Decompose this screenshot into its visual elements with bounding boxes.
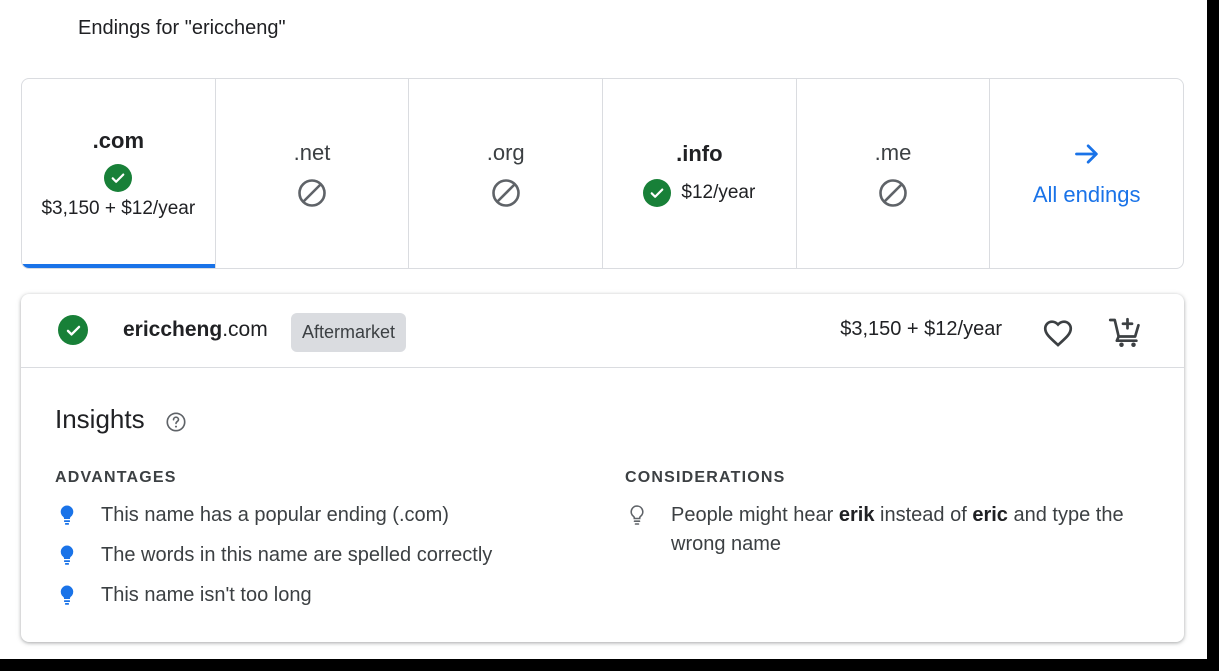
ending-tab-com[interactable]: .com $3,150 + $12/year [22, 79, 216, 268]
add-to-cart-icon[interactable] [1108, 314, 1144, 350]
lightbulb-filled-icon [60, 585, 74, 605]
lightbulb-outline-icon [630, 505, 644, 525]
considerations-list: People might hear erik instead of eric a… [625, 501, 1155, 559]
ending-price: $12/year [681, 181, 756, 203]
text-part: People might hear [671, 504, 839, 526]
list-item: The words in this name are spelled corre… [55, 541, 595, 570]
consideration-text: People might hear erik instead of eric a… [671, 501, 1155, 559]
domain-name: ericcheng.com [123, 318, 268, 342]
advantage-text: The words in this name are spelled corre… [101, 544, 493, 566]
insights-title: Insights [55, 404, 145, 434]
page: Endings for "ericcheng" .com $3,150 + $1… [0, 0, 1207, 659]
considerations-column: CONSIDERATIONS People might hear erik in… [625, 469, 1155, 570]
result-price: $3,150 + $12/year [840, 318, 1002, 340]
considerations-title: CONSIDERATIONS [625, 469, 786, 486]
text-emphasis: erik [838, 504, 875, 526]
all-endings-label: All endings [1032, 181, 1141, 207]
page-title: Endings for "ericcheng" [78, 17, 286, 39]
ending-tab-info[interactable]: .info $12/year [603, 79, 797, 268]
ending-tab-net[interactable]: .net [216, 79, 410, 268]
ending-tab-org[interactable]: .org [409, 79, 604, 268]
unavailable-icon [879, 178, 907, 207]
ending-tld: .org [486, 139, 525, 165]
advantages-column: ADVANTAGES This name has a popular endin… [55, 469, 595, 621]
advantages-list: This name has a popular ending (.com) Th… [55, 501, 595, 610]
unavailable-icon [491, 178, 520, 207]
domain-tld: .com [222, 318, 268, 341]
ending-tab-me[interactable]: .me [797, 79, 991, 268]
advantage-text: This name has a popular ending (.com) [101, 504, 449, 526]
ending-tld: .me [874, 139, 912, 165]
arrow-right-icon [1074, 143, 1098, 164]
text-part: instead of [874, 504, 973, 526]
result-card: ericcheng.com Aftermarket $3,150 + $12/y… [21, 294, 1184, 642]
ending-tld: .info [676, 140, 723, 166]
advantages-title: ADVANTAGES [55, 469, 177, 486]
text-emphasis: eric [972, 504, 1008, 526]
available-check-icon [104, 163, 133, 192]
favorite-heart-icon[interactable] [1041, 316, 1075, 350]
help-icon[interactable] [165, 411, 187, 433]
available-check-icon [58, 315, 88, 345]
all-endings-link[interactable]: All endings [990, 79, 1183, 268]
unavailable-icon [298, 178, 326, 207]
list-item: People might hear erik instead of eric a… [625, 501, 1155, 559]
lightbulb-filled-icon [60, 505, 74, 525]
advantage-text: This name isn't too long [101, 584, 312, 606]
endings-strip: .com $3,150 + $12/year .net .org .info $… [21, 78, 1184, 269]
list-item: This name has a popular ending (.com) [55, 501, 595, 530]
ending-tld: .net [293, 139, 331, 165]
ending-price: $3,150 + $12/year [41, 197, 196, 219]
list-item: This name isn't too long [55, 581, 595, 610]
aftermarket-badge: Aftermarket [291, 313, 407, 352]
lightbulb-filled-icon [60, 545, 74, 565]
ending-tld: .com [92, 127, 145, 153]
domain-sld: ericcheng [123, 318, 223, 341]
result-header: ericcheng.com Aftermarket $3,150 + $12/y… [21, 294, 1184, 368]
available-check-icon [643, 178, 672, 207]
